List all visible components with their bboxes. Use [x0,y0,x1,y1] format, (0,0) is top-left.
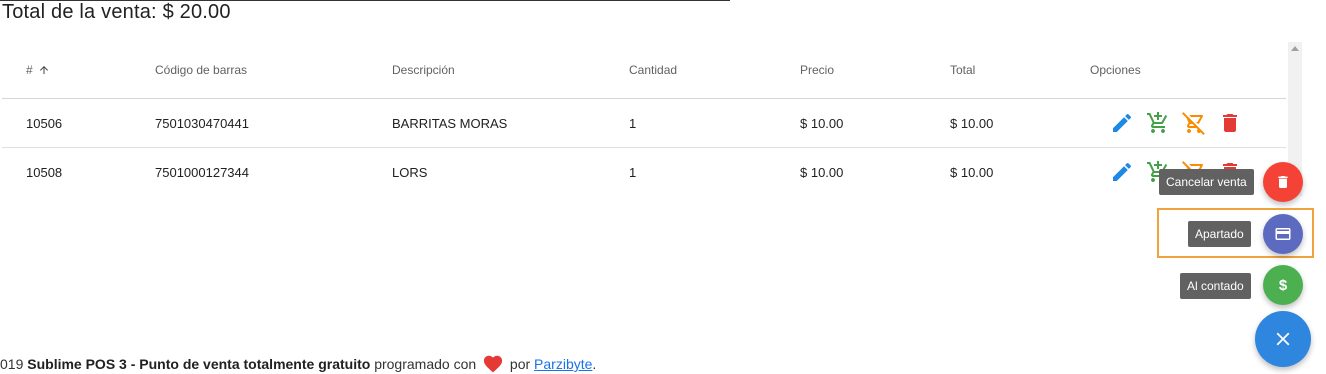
table-header-row: # Código de barras Descripción Cantidad … [2,42,1286,99]
trash-icon [1278,176,1288,188]
cell-total: $ 10.00 [950,164,994,180]
cancel-sale-button[interactable] [1263,162,1303,202]
cell-description: BARRITAS MORAS [392,98,629,148]
column-header-total[interactable]: Total [950,42,1090,99]
column-header-quantity[interactable]: Cantidad [629,42,800,99]
footer: 019 Sublime POS 3 - Punto de venta total… [0,353,596,374]
cancel-sale-tooltip: Cancelar venta [1159,169,1254,195]
cell-options [1090,98,1286,148]
cash-payment-tooltip: Al contado [1180,273,1251,299]
column-header-id[interactable]: # [2,42,155,99]
cell-description: LORS [392,164,428,180]
speed-dial-close-button[interactable] [1255,311,1311,367]
sale-items-table: # Código de barras Descripción Cantidad … [2,42,1286,196]
cart-remove-icon[interactable] [1182,111,1206,135]
pencil-icon[interactable] [1110,160,1134,184]
cart-plus-icon[interactable] [1146,111,1170,135]
scroll-up-arrow-icon[interactable] [1291,46,1299,51]
table-row: 10508 7501000127344 LORS 1 $ 10.00 $ 10.… [2,148,1286,197]
layaway-button[interactable] [1263,214,1303,254]
sale-items-table-container: # Código de barras Descripción Cantidad … [2,42,1286,196]
cell-total: $ 10.00 [950,98,1090,148]
heart-icon [483,355,503,373]
column-header-options: Opciones [1090,42,1286,99]
footer-by-text: por [509,356,531,372]
sale-total-title: Total de la venta: $ 20.00 [2,1,231,23]
author-link[interactable]: Parzibyte [534,356,592,372]
cell-quantity: 1 [629,164,637,180]
cell-id: 10506 [2,98,155,148]
column-header-id-label: # [26,63,33,77]
cell-price: $ 10.00 [800,164,844,180]
footer-programmed-text: programado con [374,356,477,372]
arrow-up-icon[interactable] [38,64,50,76]
column-header-description[interactable]: Descripción [392,42,629,99]
cash-payment-button[interactable]: $ [1263,265,1303,305]
layaway-tooltip: Apartado [1188,221,1251,247]
footer-product-name: Sublime POS 3 - Punto de venta totalment… [27,356,371,372]
footer-year: 019 [0,356,24,372]
table-row: 10506 7501030470441 BARRITAS MORAS 1 $ 1… [2,98,1286,148]
column-header-barcode[interactable]: Código de barras [155,42,392,99]
dollar-sign-icon: $ [1278,276,1288,294]
pencil-icon[interactable] [1110,111,1134,135]
cell-quantity: 1 [629,98,800,148]
cell-barcode: 7501000127344 [155,164,249,180]
column-header-price[interactable]: Precio [800,42,950,99]
footer-period: . [592,356,597,372]
cell-price: $ 10.00 [800,98,950,148]
trash-icon[interactable] [1218,111,1242,135]
credit-card-icon [1275,228,1291,240]
close-icon [1276,332,1290,346]
cell-id: 10508 [26,164,63,180]
cell-barcode: 7501030470441 [155,98,392,148]
